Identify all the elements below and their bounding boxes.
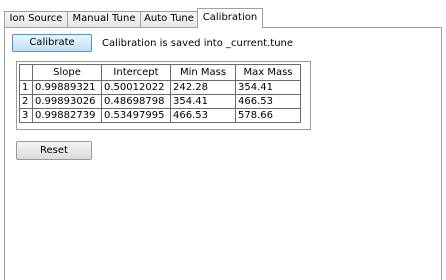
calibration-status-text: Calibration is saved into _current.tune xyxy=(102,38,294,49)
max-mass-cell[interactable]: 354.41 xyxy=(235,80,301,95)
row-number-cell[interactable]: 1 xyxy=(19,80,33,95)
intercept-cell[interactable]: 0.48698798 xyxy=(101,94,171,109)
column-header-min-mass[interactable]: Min Mass xyxy=(170,64,236,81)
slope-cell[interactable]: 0.99893026 xyxy=(32,94,102,109)
min-mass-cell[interactable]: 242.28 xyxy=(170,80,236,95)
column-header-rownum xyxy=(19,64,33,81)
slope-cell[interactable]: 0.99882739 xyxy=(32,108,102,123)
row-number-cell[interactable]: 3 xyxy=(19,108,33,123)
tab-manual-tune[interactable]: Manual Tune xyxy=(67,11,141,27)
min-mass-cell[interactable]: 354.41 xyxy=(170,94,236,109)
row-number-cell[interactable]: 2 xyxy=(19,94,33,109)
table-row[interactable]: 2 0.99893026 0.48698798 354.41 466.53 xyxy=(19,94,301,109)
reset-button[interactable]: Reset xyxy=(16,141,92,160)
calibration-table: Slope Intercept Min Mass Max Mass 1 0.99… xyxy=(19,64,301,123)
column-header-slope[interactable]: Slope xyxy=(32,64,102,81)
tab-label: Manual Tune xyxy=(72,13,136,24)
calibrate-button[interactable]: Calibrate xyxy=(12,34,92,52)
min-mass-cell[interactable]: 466.53 xyxy=(170,108,236,123)
slope-cell[interactable]: 0.99889321 xyxy=(32,80,102,95)
column-header-intercept[interactable]: Intercept xyxy=(101,64,171,81)
intercept-cell[interactable]: 0.53497995 xyxy=(101,108,171,123)
table-header-row: Slope Intercept Min Mass Max Mass xyxy=(19,64,301,81)
intercept-cell[interactable]: 0.50012022 xyxy=(101,80,171,95)
table-row[interactable]: 3 0.99882739 0.53497995 466.53 578.66 xyxy=(19,108,301,123)
tab-strip: Ion Source Manual Tune Auto Tune Calibra… xyxy=(0,0,446,28)
tab-auto-tune[interactable]: Auto Tune xyxy=(140,11,198,27)
tab-label: Calibration xyxy=(202,12,258,23)
tab-calibration[interactable]: Calibration xyxy=(197,8,263,28)
max-mass-cell[interactable]: 578.66 xyxy=(235,108,301,123)
calibration-table-frame: Slope Intercept Min Mass Max Mass 1 0.99… xyxy=(16,61,311,130)
tab-ion-source[interactable]: Ion Source xyxy=(4,11,68,27)
max-mass-cell[interactable]: 466.53 xyxy=(235,94,301,109)
column-header-max-mass[interactable]: Max Mass xyxy=(235,64,301,81)
tab-label: Auto Tune xyxy=(144,13,194,24)
tab-label: Ion Source xyxy=(9,13,63,24)
table-row[interactable]: 1 0.99889321 0.50012022 242.28 354.41 xyxy=(19,80,301,95)
